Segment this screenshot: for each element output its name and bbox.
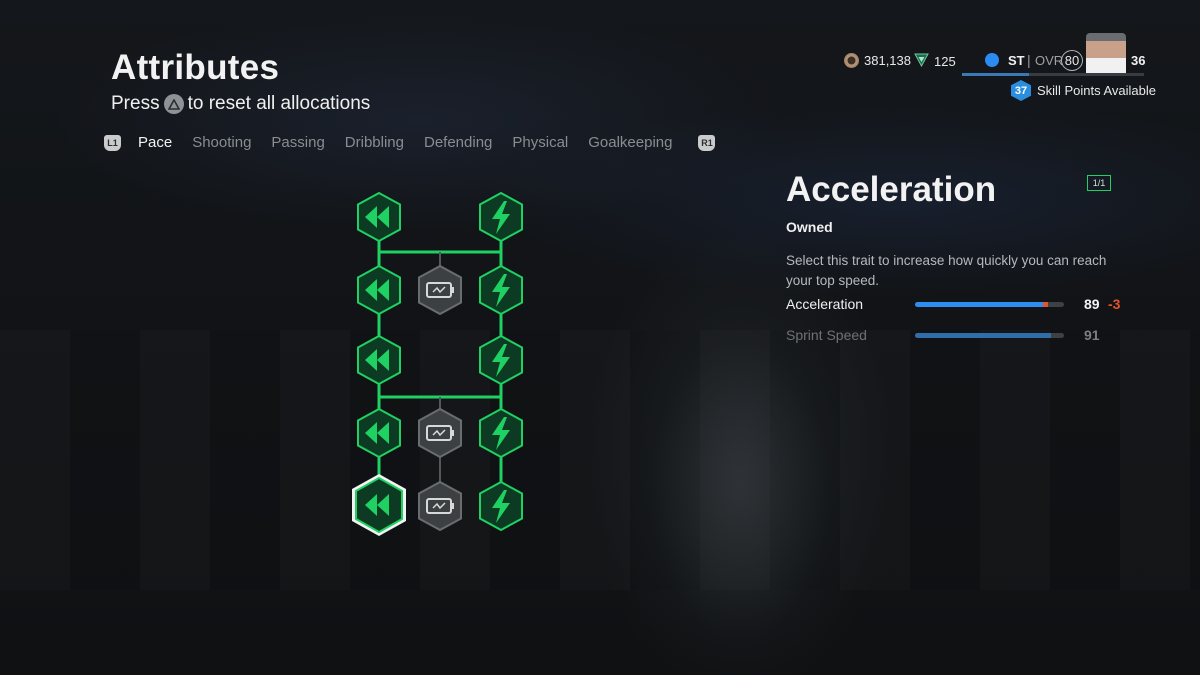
player-position: ST	[1008, 53, 1025, 68]
tab-goalkeeping[interactable]: Goalkeeping	[588, 134, 672, 151]
skill-node-right-5[interactable]	[479, 481, 523, 531]
stat-bar-fill	[915, 332, 1051, 338]
trait-status: Owned	[786, 219, 833, 235]
locker-room-background	[0, 330, 1200, 590]
trait-description: Select this trait to increase how quickl…	[786, 253, 1107, 288]
stat-bar	[915, 332, 1064, 338]
coin-icon	[844, 53, 859, 68]
skill-points-label: Skill Points Available	[1037, 83, 1156, 98]
coins-value: 381,138	[864, 53, 911, 68]
skill-node-left-3[interactable]	[357, 335, 401, 385]
tab-shooting[interactable]: Shooting	[192, 134, 251, 151]
trait-level-badge: 1/1	[1087, 175, 1111, 191]
skill-node-left-2[interactable]	[357, 265, 401, 315]
skill-node-middle-3[interactable]	[418, 481, 462, 531]
tab-physical[interactable]: Physical	[512, 134, 568, 151]
xp-progress-bar	[962, 73, 1144, 76]
skill-node-right-1[interactable]	[479, 192, 523, 242]
stat-bar-fill	[915, 301, 1044, 307]
ovr-label: OVR	[1035, 53, 1064, 68]
stat-bar-loss	[1043, 301, 1048, 307]
skill-node-left-5[interactable]	[351, 473, 407, 537]
points-display: 125	[914, 53, 956, 70]
stat-label: Sprint Speed	[786, 327, 867, 343]
tab-dribbling[interactable]: Dribbling	[345, 134, 404, 151]
points-value: 125	[934, 54, 956, 69]
trait-title: Acceleration	[786, 170, 997, 209]
xp-progress-fill	[962, 73, 1030, 76]
page-title: Attributes	[111, 48, 280, 87]
l1-shoulder-button[interactable]: L1	[104, 134, 121, 151]
skill-tree	[340, 180, 540, 550]
tab-passing[interactable]: Passing	[271, 134, 324, 151]
coins-display: 381,138	[844, 53, 911, 68]
stat-row-acceleration: Acceleration 89 -3	[786, 294, 1126, 314]
ovr-rating: 80	[1061, 50, 1083, 71]
profile-separator: |	[1027, 52, 1031, 68]
player-avatar	[1086, 33, 1126, 73]
r1-shoulder-button[interactable]: R1	[698, 134, 716, 151]
reset-hint-suffix: to reset all allocations	[187, 93, 371, 114]
skill-node-right-3[interactable]	[479, 335, 523, 385]
stat-label: Acceleration	[786, 296, 864, 312]
skill-node-left-1[interactable]	[357, 192, 401, 242]
skill-node-middle-2[interactable]	[418, 408, 462, 458]
skill-node-right-4[interactable]	[479, 408, 523, 458]
skill-node-middle-1[interactable]	[418, 265, 462, 315]
points-shield-icon	[914, 53, 929, 70]
position-indicator-icon	[985, 53, 999, 67]
stat-bar	[915, 301, 1064, 307]
skill-node-left-4[interactable]	[357, 408, 401, 458]
player-level: 36	[1131, 53, 1146, 68]
triangle-button-icon[interactable]	[163, 94, 184, 114]
tab-defending[interactable]: Defending	[424, 134, 492, 151]
attribute-tabs: L1 Pace Shooting Passing Dribbling Defen…	[104, 134, 716, 151]
tab-pace[interactable]: Pace	[138, 134, 172, 151]
reset-hint-prefix: Press	[111, 93, 160, 114]
reset-hint: Press to reset all allocations	[111, 93, 370, 115]
stat-row-sprint-speed: Sprint Speed 91	[786, 325, 1126, 345]
stat-delta: -3	[1108, 296, 1121, 312]
skill-node-right-2[interactable]	[479, 265, 523, 315]
stat-value: 89	[1084, 296, 1100, 312]
stat-value: 91	[1084, 327, 1100, 343]
